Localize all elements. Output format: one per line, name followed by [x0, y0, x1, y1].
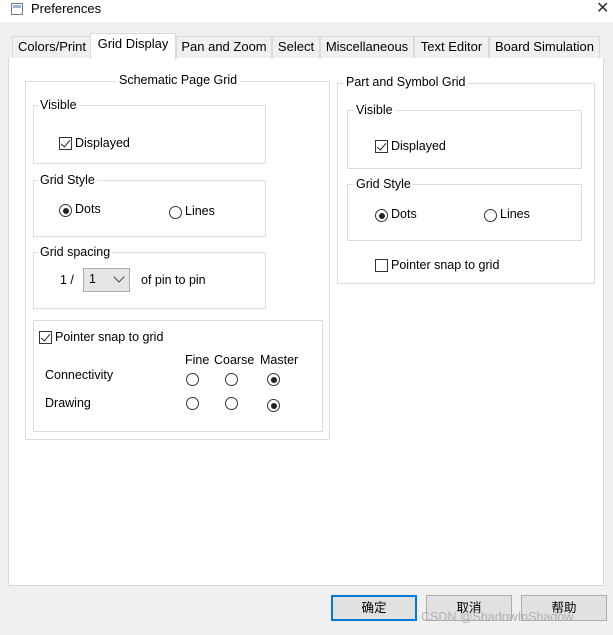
snap-col-fine: Fine	[185, 353, 210, 367]
schematic-lines-radio[interactable]	[169, 206, 182, 219]
app-icon	[11, 3, 23, 15]
grid-spacing-select[interactable]: 1	[83, 268, 130, 292]
part-displayed-label: Displayed	[391, 139, 446, 153]
part-lines-radio[interactable]	[484, 209, 497, 222]
connectivity-master-radio[interactable]	[267, 373, 280, 386]
part-dots-label: Dots	[391, 207, 417, 221]
schematic-lines-label: Lines	[185, 204, 215, 218]
tab-miscellaneous[interactable]: Miscellaneous	[320, 36, 414, 58]
snap-row-connectivity: Connectivity	[45, 368, 114, 382]
part-grid-style-title: Grid Style	[354, 177, 413, 191]
snap-row-drawing: Drawing	[45, 396, 91, 410]
close-icon[interactable]: ✕	[596, 0, 609, 18]
drawing-coarse-radio[interactable]	[225, 397, 238, 410]
window-title: Preferences	[31, 1, 102, 16]
schematic-grid-style-title: Grid Style	[38, 173, 97, 187]
watermark: CSDN @ShadowInShadow	[421, 610, 574, 624]
part-grid-title: Part and Symbol Grid	[344, 75, 468, 89]
schematic-snap-label: Pointer snap to grid	[55, 330, 164, 344]
chevron-down-icon	[113, 271, 125, 283]
tab-select[interactable]: Select	[272, 36, 320, 58]
tab-grid-display[interactable]: Grid Display	[90, 33, 176, 59]
part-snap-checkbox[interactable]	[375, 259, 388, 272]
tab-text-editor[interactable]: Text Editor	[414, 36, 489, 58]
snap-col-master: Master	[260, 353, 299, 367]
grid-spacing-prefix: 1 /	[60, 273, 74, 287]
grid-spacing-value: 1	[89, 272, 96, 286]
schematic-grid-spacing-title: Grid spacing	[38, 245, 113, 259]
snap-col-coarse: Coarse	[214, 353, 255, 367]
part-snap-label: Pointer snap to grid	[391, 258, 500, 272]
part-displayed-checkbox[interactable]	[375, 140, 388, 153]
schematic-dots-label: Dots	[75, 202, 101, 216]
ok-button[interactable]: 确定	[331, 595, 417, 621]
connectivity-fine-radio[interactable]	[186, 373, 199, 386]
part-dots-radio[interactable]	[375, 209, 388, 222]
grid-spacing-suffix: of pin to pin	[141, 273, 206, 287]
connectivity-coarse-radio[interactable]	[225, 373, 238, 386]
schematic-displayed-label: Displayed	[75, 136, 130, 150]
drawing-fine-radio[interactable]	[186, 397, 199, 410]
drawing-master-radio[interactable]	[267, 399, 280, 412]
tab-board-simulation[interactable]: Board Simulation	[489, 36, 600, 58]
tab-pan-and-zoom[interactable]: Pan and Zoom	[176, 36, 272, 58]
schematic-visible-group	[33, 105, 266, 164]
schematic-snap-checkbox[interactable]	[39, 331, 52, 344]
schematic-visible-title: Visible	[38, 98, 79, 112]
schematic-grid-title: Schematic Page Grid	[116, 73, 241, 87]
tab-colors-print[interactable]: Colors/Print	[12, 36, 92, 58]
part-lines-label: Lines	[500, 207, 530, 221]
part-visible-title: Visible	[354, 103, 395, 117]
schematic-dots-radio[interactable]	[59, 204, 72, 217]
schematic-displayed-checkbox[interactable]	[59, 137, 72, 150]
